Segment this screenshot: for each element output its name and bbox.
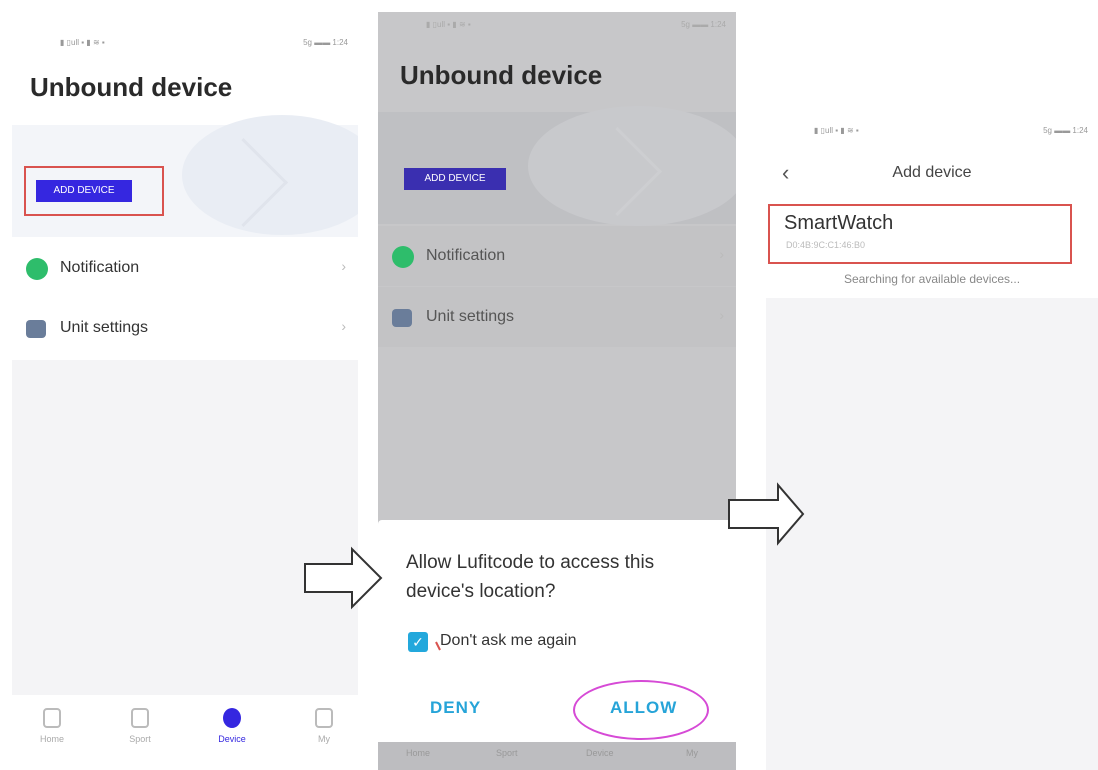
status-bar-right: 5g ▬▬ 1:24 — [681, 20, 726, 29]
tab-home[interactable]: Home — [406, 748, 430, 758]
menu-item-label: Notification — [426, 247, 506, 264]
tab-my[interactable]: My — [686, 748, 698, 758]
chevron-right-icon: › — [341, 318, 346, 334]
checkbox-label[interactable]: Don't ask me again — [440, 632, 576, 650]
sport-icon — [131, 708, 149, 728]
permission-dialog: Allow Lufitcode to access this device's … — [378, 520, 736, 742]
page-title: Unbound device — [30, 72, 233, 102]
bottom-tab-bar: Home Sport Device My — [378, 742, 736, 770]
menu-item-unit-settings[interactable]: Unit settings › — [378, 287, 736, 347]
tab-device[interactable]: Device — [202, 708, 262, 744]
add-device-screen: ▮ ▯ull ▪ ▮ ≋ ▪ 5g ▬▬ 1:24 ‹ Add device S… — [766, 118, 1098, 770]
status-bar-right: 5g ▬▬ 1:24 — [1043, 126, 1088, 135]
deny-button[interactable]: DENY — [430, 698, 481, 718]
chevron-right-icon: › — [719, 307, 724, 323]
status-bar-right: 5g ▬▬ 1:24 — [303, 38, 348, 47]
menu-item-label: Unit settings — [426, 308, 515, 325]
empty-content-area — [766, 298, 1098, 770]
bottom-tab-bar: Home Sport Device My — [12, 700, 358, 770]
home-icon — [43, 708, 61, 728]
cursor-mark-icon — [435, 641, 441, 651]
status-bar-left: ▮ ▯ull ▪ ▮ ≋ ▪ — [426, 20, 471, 29]
unbound-device-screen: ▮ ▯ull ▪ ▮ ≋ ▪ 5g ▬▬ 1:24 Unbound device… — [12, 30, 358, 770]
location-permission-screen: ▮ ▯ull ▪ ▮ ≋ ▪ 5g ▬▬ 1:24 Unbound device… — [378, 12, 736, 770]
chevron-right-icon: › — [341, 258, 346, 274]
add-device-button[interactable]: ADD DEVICE — [404, 168, 506, 190]
menu-item-notification[interactable]: Notification › — [12, 238, 358, 298]
profile-icon — [315, 708, 333, 728]
settings-box-icon — [392, 309, 412, 327]
tab-device[interactable]: Device — [586, 748, 614, 758]
flow-arrow-icon — [304, 546, 383, 610]
highlight-box — [24, 166, 164, 216]
page-title: Unbound device — [400, 60, 603, 90]
menu-item-unit-settings[interactable]: Unit settings › — [12, 298, 358, 358]
tab-label: Sport — [129, 734, 151, 744]
menu-item-label: Unit settings — [60, 319, 149, 336]
device-icon — [223, 708, 241, 728]
highlight-box — [768, 204, 1072, 264]
status-bar-left: ▮ ▯ull ▪ ▮ ≋ ▪ — [60, 38, 105, 47]
dont-ask-checkbox[interactable]: ✓ — [408, 632, 428, 652]
searching-status: Searching for available devices... — [843, 272, 1021, 286]
page-title: Add device — [892, 164, 972, 181]
dialog-question: Allow Lufitcode to access this device's … — [406, 552, 655, 602]
menu-item-label: Notification — [60, 259, 140, 276]
settings-box-icon — [26, 320, 46, 338]
tab-label: My — [318, 734, 330, 744]
status-bar: ▮ ▯ull ▪ ▮ ≋ ▪ 5g ▬▬ 1:24 — [378, 12, 736, 38]
tab-sport[interactable]: Sport — [496, 748, 518, 758]
tab-sport[interactable]: Sport — [110, 708, 170, 744]
empty-content-area — [12, 360, 358, 695]
nav-bar: ‹ Add device — [766, 148, 1098, 200]
tab-label: Device — [218, 734, 246, 744]
chevron-right-icon: › — [719, 246, 724, 262]
status-bar: ▮ ▯ull ▪ ▮ ≋ ▪ 5g ▬▬ 1:24 — [766, 118, 1098, 144]
chat-bubble-icon — [392, 246, 414, 268]
tab-home[interactable]: Home — [22, 708, 82, 744]
menu-item-notification[interactable]: Notification › — [378, 226, 736, 286]
tab-my[interactable]: My — [294, 708, 354, 744]
chat-bubble-icon — [26, 258, 48, 280]
highlight-oval — [573, 680, 709, 740]
flow-arrow-icon — [728, 482, 805, 546]
status-bar-left: ▮ ▯ull ▪ ▮ ≋ ▪ — [814, 126, 859, 135]
status-bar: ▮ ▯ull ▪ ▮ ≋ ▪ 5g ▬▬ 1:24 — [12, 30, 358, 56]
tab-label: Home — [39, 734, 64, 744]
